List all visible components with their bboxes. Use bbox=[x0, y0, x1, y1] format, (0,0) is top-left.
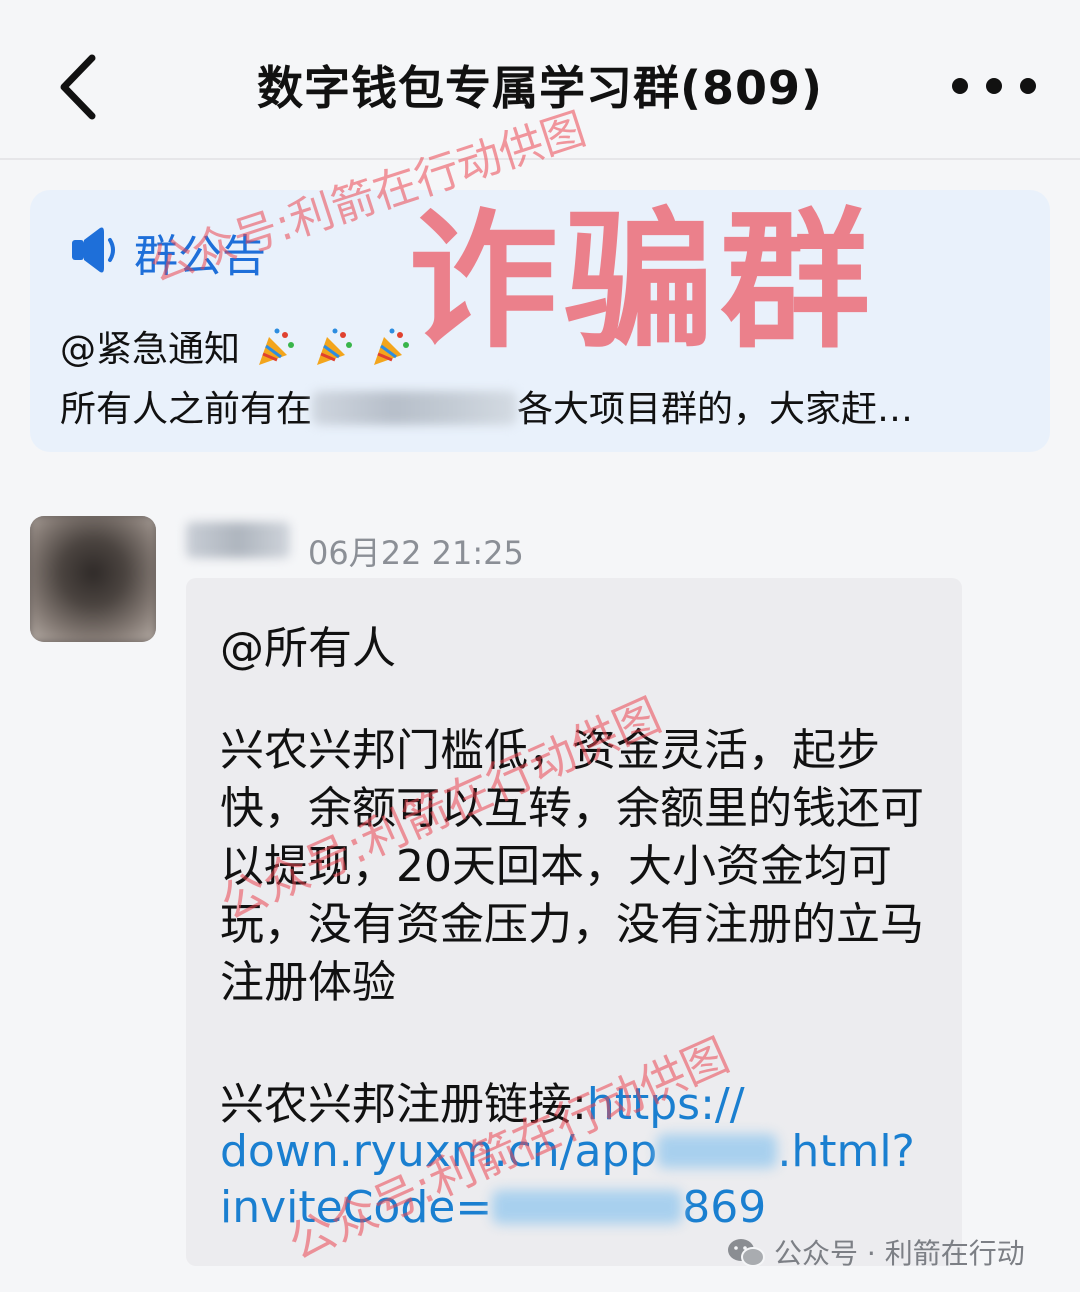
source-tag-text: 公众号 · 利箭在行动 bbox=[774, 1237, 1025, 1270]
link-part-2a: down.ryuxm.cn/app bbox=[220, 1126, 658, 1177]
notice-text-suffix: 各大项目群的，大家赶… bbox=[517, 389, 914, 430]
link-part-1[interactable]: https:// bbox=[587, 1079, 745, 1130]
notice-text-prefix: 所有人之前有在 bbox=[60, 389, 313, 430]
link-label: 兴农兴邦注册链接:https:// bbox=[220, 1068, 745, 1132]
message-timestamp: 06月22 21:25 bbox=[308, 534, 524, 572]
mention-all: @所有人 bbox=[220, 623, 396, 674]
notice-line-1: @紧急通知 bbox=[60, 320, 412, 372]
link-part-2b: .html? bbox=[777, 1126, 915, 1177]
nav-bar: 数字钱包专属学习群(809) bbox=[0, 0, 1080, 160]
party-popper-icon bbox=[259, 328, 295, 365]
register-link-line-3[interactable]: inviteCode= 869 bbox=[220, 1182, 766, 1233]
avatar-image bbox=[30, 516, 156, 642]
group-title: 数字钱包专属学习群(809) bbox=[256, 61, 824, 115]
notice-line-2: 所有人之前有在 各大项目群的，大家赶… bbox=[60, 380, 913, 432]
party-popper-icon bbox=[374, 328, 410, 365]
link-label-text: 兴农兴邦注册链接: bbox=[220, 1079, 587, 1130]
redacted-code bbox=[492, 1190, 683, 1224]
notice-title: 群公告 bbox=[134, 231, 266, 282]
speaker-icon bbox=[72, 227, 115, 273]
sender-name-redacted bbox=[186, 522, 290, 558]
sender-avatar[interactable] bbox=[30, 516, 156, 642]
party-popper-icon bbox=[316, 328, 352, 365]
group-notice-card[interactable]: 群公告 @紧急通知 所有人之前有在 各大项目群的，大家赶… bbox=[30, 190, 1050, 452]
message-bubble[interactable]: @所有人 兴农兴邦门槛低，资金灵活，起步快，余额可以互转，余额里的钱还可以提现，… bbox=[186, 578, 962, 1266]
link-part-3a: inviteCode= bbox=[220, 1182, 493, 1233]
redacted-link bbox=[657, 1134, 778, 1168]
register-link-line-2[interactable]: down.ryuxm.cn/app .html? bbox=[220, 1126, 915, 1177]
redacted-text bbox=[312, 391, 518, 425]
notice-mention: @紧急通知 bbox=[60, 329, 241, 370]
wechat-icon bbox=[728, 1239, 765, 1267]
link-part-3b: 869 bbox=[682, 1182, 767, 1233]
message-body: 兴农兴邦门槛低，资金灵活，起步快，余额可以互转，余额里的钱还可以提现，20天回本… bbox=[220, 725, 924, 1008]
more-dots-icon[interactable] bbox=[948, 70, 1038, 102]
source-tag: 公众号 · 利箭在行动 bbox=[726, 1232, 1025, 1272]
